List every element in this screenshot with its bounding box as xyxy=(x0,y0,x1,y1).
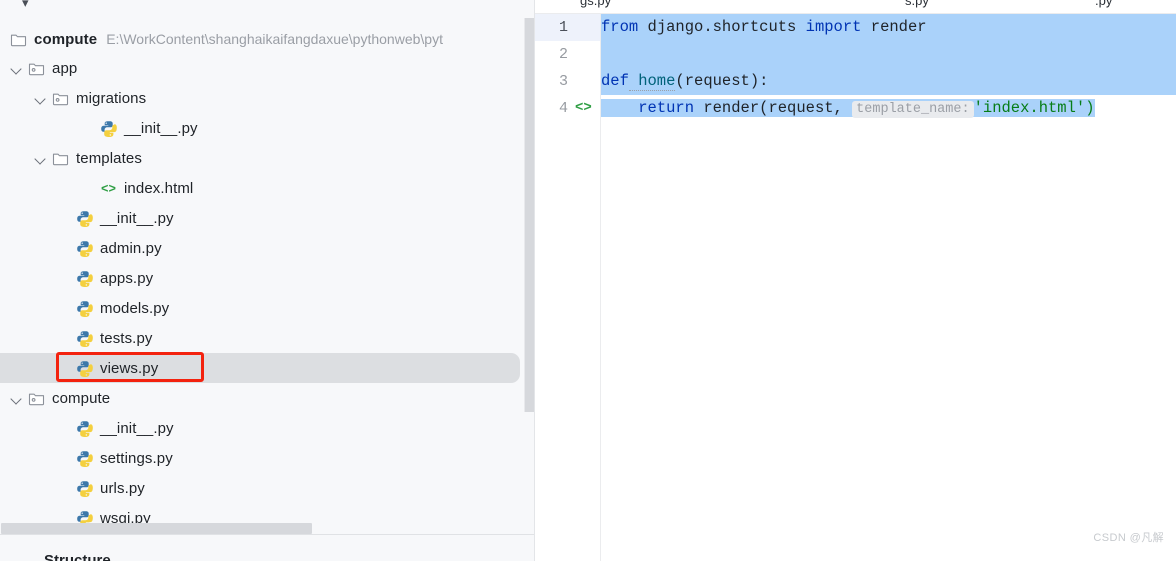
python-file-icon xyxy=(76,420,93,437)
editor-tab-1[interactable]: s.py xyxy=(905,0,929,8)
keyword-return: return xyxy=(638,99,695,117)
ide-window: ▾ compute E:\WorkContent\shanghaikaifang… xyxy=(0,0,1176,561)
template-name-string: 'index.html') xyxy=(973,99,1095,117)
tree-row-label: __init__.py xyxy=(100,419,174,437)
chevron-down-icon[interactable] xyxy=(34,92,47,105)
module-path: django.shortcuts xyxy=(638,18,806,36)
python-file-icon xyxy=(100,120,117,137)
project-root-name: compute xyxy=(34,30,98,48)
module-folder-icon xyxy=(28,60,45,77)
tree-row-label: admin.py xyxy=(100,239,162,257)
tree-row[interactable]: admin.py xyxy=(0,233,520,263)
tree-row[interactable]: models.py xyxy=(0,293,520,323)
project-tree-panel[interactable]: ▾ compute E:\WorkContent\shanghaikaifang… xyxy=(0,0,535,561)
line-number-2: 2 xyxy=(558,46,568,63)
editor-tab-2[interactable]: .py xyxy=(1095,0,1112,8)
python-file-icon xyxy=(76,450,93,467)
chevron-down-icon[interactable] xyxy=(34,152,47,165)
code-line-3[interactable]: def home(request): xyxy=(601,68,1176,95)
python-file-icon xyxy=(76,480,93,497)
python-file-icon xyxy=(76,270,93,287)
tree-row[interactable]: __init__.py xyxy=(0,413,520,443)
tree-row-label: settings.py xyxy=(100,449,173,467)
folder-icon xyxy=(52,150,69,167)
tree-row-label: __init__.py xyxy=(124,119,198,137)
python-file-icon xyxy=(76,210,93,227)
keyword-def: def xyxy=(601,72,629,90)
python-file-icon xyxy=(76,360,93,377)
python-file-icon xyxy=(76,330,93,347)
editor-gutter[interactable]: 1 2 3 4 <> xyxy=(535,14,600,561)
project-toolbar-sliver: ▾ xyxy=(0,0,535,14)
tree-row-label: __init__.py xyxy=(100,209,174,227)
module-folder-icon xyxy=(52,90,69,107)
tree-row[interactable]: __init__.py xyxy=(0,203,520,233)
csdn-watermark: CSDN @凡解 xyxy=(1093,532,1164,544)
python-file-icon xyxy=(76,240,93,257)
tree-row-label: compute xyxy=(52,389,111,407)
tree-row[interactable]: settings.py xyxy=(0,443,520,473)
toolbar-chevron-icon[interactable]: ▾ xyxy=(22,0,29,11)
tree-row[interactable]: __init__.py xyxy=(0,113,520,143)
tree-row[interactable]: views.py xyxy=(0,353,520,383)
line-number-4: 4 xyxy=(558,100,568,117)
tree-row-label: apps.py xyxy=(100,269,154,287)
tree-row[interactable]: <> index.html xyxy=(0,173,520,203)
project-root-path: E:\WorkContent\shanghaikaifangdaxue\pyth… xyxy=(106,31,443,47)
code-text-area[interactable]: from django.shortcuts import render def … xyxy=(601,14,1176,561)
editor-tab-0[interactable]: gs.py xyxy=(580,0,611,8)
tree-horizontal-scrollbar[interactable] xyxy=(1,523,312,534)
tree-row-label: views.py xyxy=(100,359,159,377)
tree-row[interactable]: tests.py xyxy=(0,323,520,353)
chevron-down-icon[interactable] xyxy=(10,62,23,75)
tree-row-label: app xyxy=(52,59,78,77)
html-file-icon: <> xyxy=(100,180,117,197)
function-args: (request): xyxy=(675,72,769,90)
render-call: render(request, xyxy=(694,99,853,117)
tree-row-label: index.html xyxy=(124,179,194,197)
keyword-import: import xyxy=(805,18,862,36)
folder-icon xyxy=(10,31,27,48)
editor-tab-bar[interactable]: gs.py s.py .py xyxy=(535,0,1176,13)
imported-name: render xyxy=(861,18,927,36)
tree-row[interactable]: compute xyxy=(0,383,520,413)
chevron-down-icon[interactable] xyxy=(10,392,23,405)
python-file-icon xyxy=(76,300,93,317)
tree-row-label: templates xyxy=(76,149,142,167)
tree-row-label: models.py xyxy=(100,299,170,317)
line-number-1: 1 xyxy=(558,19,568,36)
tree-row[interactable]: urls.py xyxy=(0,473,520,503)
code-line-2[interactable] xyxy=(601,41,1176,88)
tree-row[interactable]: apps.py xyxy=(0,263,520,293)
tree-row[interactable]: templates xyxy=(0,143,520,173)
tree-row[interactable]: migrations xyxy=(0,83,520,113)
line-number-3: 3 xyxy=(558,73,568,90)
structure-tool-label-partial[interactable]: Structure xyxy=(44,552,111,561)
code-line-1[interactable]: from django.shortcuts import render xyxy=(601,14,1176,41)
keyword-from: from xyxy=(601,18,639,36)
tree-row-label: migrations xyxy=(76,89,147,107)
tree-row-project-root[interactable]: compute E:\WorkContent\shanghaikaifangda… xyxy=(10,24,530,54)
tree-row-label: urls.py xyxy=(100,479,145,497)
function-name-home: home xyxy=(628,72,676,91)
code-line-4[interactable]: return render(request, template_name:'in… xyxy=(601,95,1095,122)
tree-row-label: tests.py xyxy=(100,329,153,347)
svg-text:<>: <> xyxy=(101,182,116,196)
parameter-name-hint: template_name: xyxy=(852,101,974,118)
html-language-injection-marker-icon[interactable]: <> xyxy=(575,95,595,122)
line4-indent xyxy=(601,99,638,117)
tree-scrollbar-divider xyxy=(0,534,534,535)
module-folder-icon xyxy=(28,390,45,407)
code-editor-panel[interactable]: gs.py s.py .py 1 2 3 4 <> from django.sh… xyxy=(535,0,1176,561)
tree-row[interactable]: app xyxy=(0,53,520,83)
